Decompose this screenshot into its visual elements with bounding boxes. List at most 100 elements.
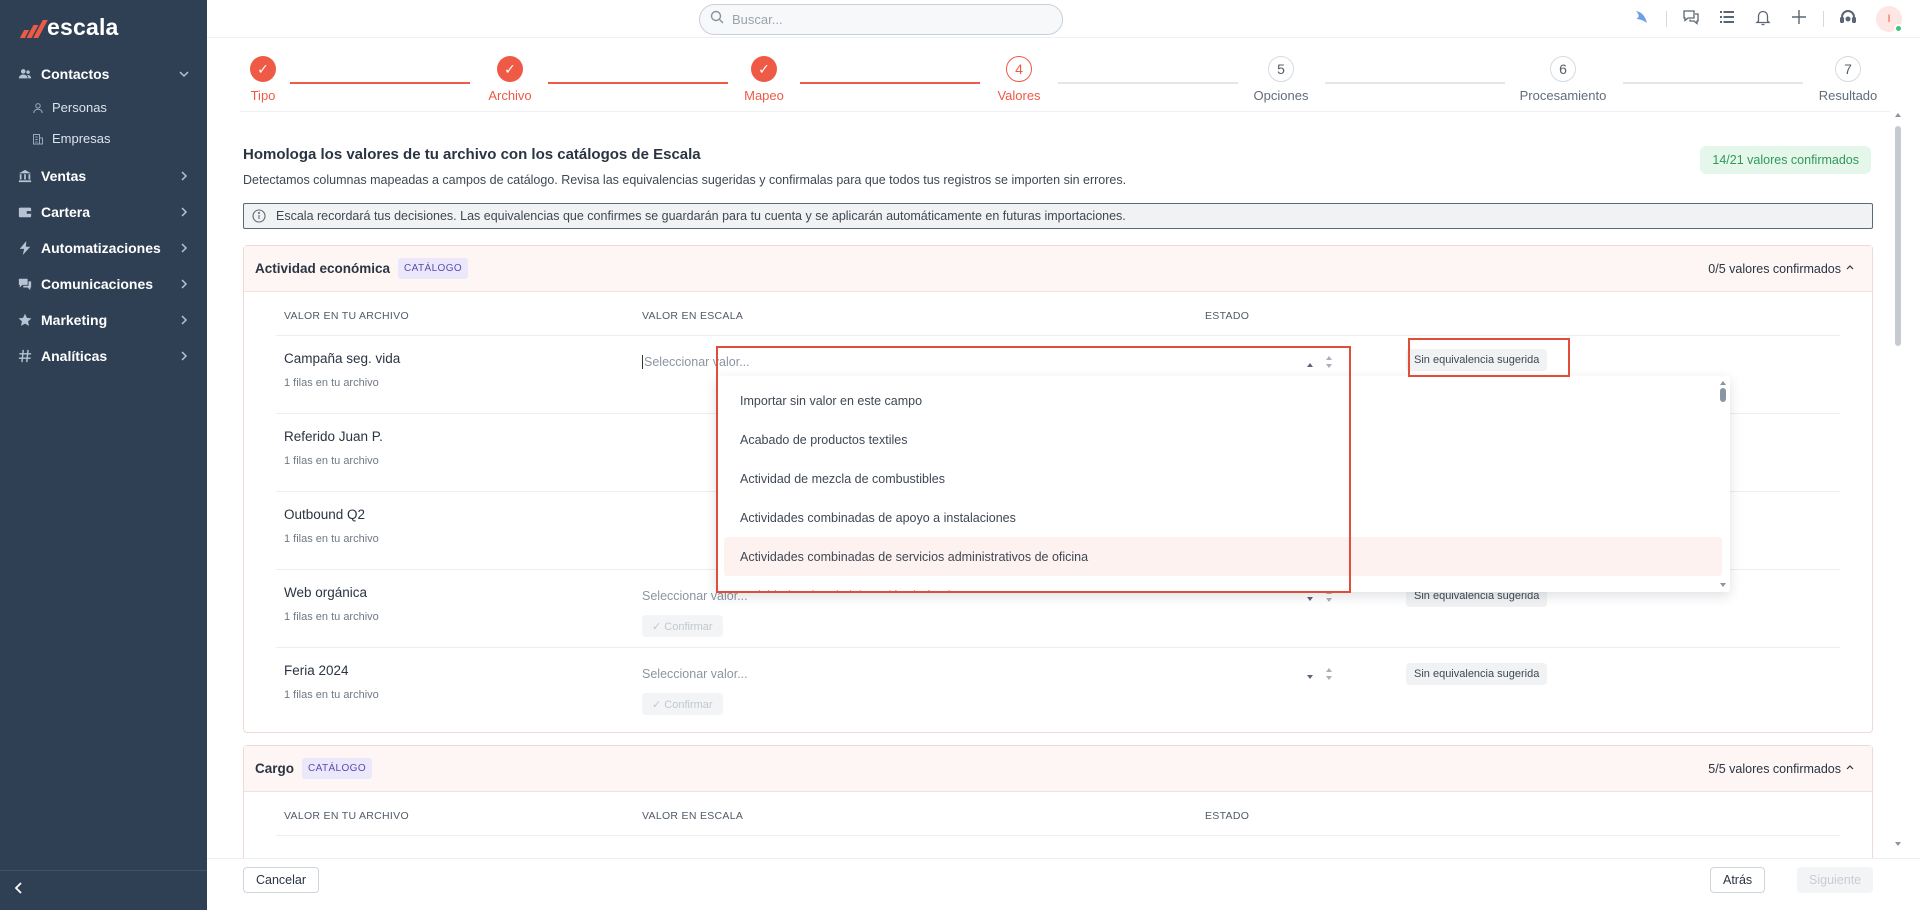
dropdown-option[interactable]: Acabado de productos textiles: [724, 420, 1722, 459]
step-mapeo[interactable]: ✓ Mapeo: [704, 56, 824, 103]
value-select[interactable]: Seleccionar valor...: [642, 660, 1332, 688]
dropdown-option[interactable]: Importar sin valor en este campo: [724, 381, 1722, 420]
sidebar-item-empresas[interactable]: Empresas: [0, 123, 207, 154]
sparkle-icon: [1633, 8, 1651, 31]
add-button[interactable]: [1781, 0, 1817, 38]
step-number: 7: [1835, 56, 1861, 82]
sidebar-collapse-button[interactable]: [0, 870, 207, 910]
step-connector: [548, 82, 728, 84]
caret-up-icon: [1306, 358, 1314, 367]
dropdown-option[interactable]: Actividad de mezcla de combustibles: [724, 459, 1722, 498]
catalog-tag: CATÁLOGO: [398, 258, 469, 279]
chat-bubbles-icon: [1682, 8, 1700, 31]
wallet-icon: [18, 205, 32, 219]
scroll-down-icon: [1895, 842, 1901, 846]
hash-icon: [18, 349, 32, 363]
section-count: 0/5 valores confirmados: [1708, 261, 1856, 276]
text-cursor: [642, 355, 643, 369]
info-icon: [252, 209, 266, 223]
page-scrollbar[interactable]: [1894, 112, 1902, 847]
assistant-button[interactable]: [1624, 0, 1660, 38]
catalog-tag: CATÁLOGO: [302, 758, 373, 779]
dropdown-option[interactable]: Actividades de administración de fondos: [724, 576, 1722, 593]
search-box[interactable]: [699, 4, 1063, 35]
bell-icon: [1754, 8, 1772, 31]
scroll-up-icon: [1720, 381, 1726, 385]
sidebar-item-ventas[interactable]: Ventas: [0, 158, 207, 194]
wizard-footer: Cancelar Atrás Siguiente: [207, 858, 1920, 910]
section-header[interactable]: Cargo CATÁLOGO 5/5 valores confirmados: [244, 746, 1872, 792]
import-stepper: ✓ Tipo ✓ Archivo ✓ Mapeo 4 Valores 5 Opc…: [240, 56, 1890, 112]
sidebar-item-automatizaciones[interactable]: Automatizaciones: [0, 230, 207, 266]
scrollbar-thumb[interactable]: [1895, 126, 1901, 346]
step-connector: [1325, 82, 1505, 84]
table-row: Feria 2024 1 filas en tu archivo Selecci…: [276, 648, 1840, 726]
step-number: 6: [1550, 56, 1576, 82]
tasks-button[interactable]: [1709, 0, 1745, 38]
search-icon: [710, 10, 724, 29]
caret-down-icon: [1306, 592, 1314, 601]
sidebar: escala Contactos Personas Empresas Venta…: [0, 0, 207, 910]
bolt-icon: [18, 241, 32, 255]
messages-button[interactable]: [1673, 0, 1709, 38]
value-select[interactable]: Seleccionar valor...: [642, 348, 1332, 376]
logo-mark-icon: [19, 18, 48, 38]
dropdown-scrollbar[interactable]: [1720, 380, 1726, 588]
chevron-left-icon: [12, 881, 26, 900]
topbar-actions: I: [1624, 0, 1920, 38]
avatar[interactable]: I: [1876, 6, 1903, 33]
list-icon: [1718, 8, 1736, 31]
step-number: 5: [1268, 56, 1294, 82]
step-tipo[interactable]: ✓ Tipo: [203, 56, 323, 103]
dropdown-option[interactable]: Actividades combinadas de servicios admi…: [724, 537, 1722, 576]
topbar-divider: [1823, 11, 1824, 27]
section-header[interactable]: Actividad económica CATÁLOGO 0/5 valores…: [244, 246, 1872, 292]
check-icon: ✓: [751, 56, 777, 82]
next-button[interactable]: Siguiente: [1797, 867, 1874, 893]
step-resultado[interactable]: 7 Resultado: [1788, 56, 1908, 103]
sidebar-item-personas[interactable]: Personas: [0, 92, 207, 123]
confirm-button[interactable]: ✓ Confirmar: [642, 693, 723, 715]
sidebar-nav: Contactos Personas Empresas Ventas Carte…: [0, 56, 207, 374]
notifications-button[interactable]: [1745, 0, 1781, 38]
sidebar-item-cartera[interactable]: Cartera: [0, 194, 207, 230]
dropdown-option[interactable]: Actividades combinadas de apoyo a instal…: [724, 498, 1722, 537]
section-count: 5/5 valores confirmados: [1708, 761, 1856, 776]
status-badge: Sin equivalencia sugerida: [1406, 349, 1548, 371]
scrollbar-thumb[interactable]: [1720, 388, 1726, 402]
step-archivo[interactable]: ✓ Archivo: [450, 56, 570, 103]
chat-icon: [18, 277, 32, 291]
sidebar-item-marketing[interactable]: Marketing: [0, 302, 207, 338]
step-procesamiento[interactable]: 6 Procesamiento: [1503, 56, 1623, 103]
sidebar-item-analiticas[interactable]: Analíticas: [0, 338, 207, 374]
chevron-right-icon: [177, 205, 191, 219]
info-banner: Escala recordará tus decisiones. Las equ…: [243, 203, 1873, 229]
caret-down-icon: [1306, 670, 1314, 679]
sidebar-item-comunicaciones[interactable]: Comunicaciones: [0, 266, 207, 302]
step-valores[interactable]: 4 Valores: [959, 56, 1079, 103]
confirmed-badge: 14/21 valores confirmados: [1700, 146, 1871, 174]
chevron-up-icon: [1844, 261, 1856, 276]
online-status-dot: [1894, 24, 1903, 33]
topbar: I: [207, 0, 1920, 38]
support-button[interactable]: [1830, 0, 1866, 38]
topbar-divider: [1666, 11, 1667, 27]
chevron-right-icon: [177, 241, 191, 255]
confirm-button[interactable]: ✓ Confirmar: [642, 615, 723, 637]
chevron-right-icon: [177, 169, 191, 183]
page-subtitle: Detectamos columnas mapeadas a campos de…: [243, 173, 1127, 187]
chevron-right-icon: [177, 277, 191, 291]
scroll-up-icon: [1895, 113, 1901, 117]
logo[interactable]: escala: [19, 14, 119, 41]
page-title: Homologa los valores de tu archivo con l…: [243, 146, 701, 163]
bank-icon: [18, 169, 32, 183]
catalog-section-cargo: Cargo CATÁLOGO 5/5 valores confirmados V…: [243, 745, 1873, 865]
back-button[interactable]: Atrás: [1710, 867, 1766, 893]
person-icon: [32, 102, 44, 114]
search-input[interactable]: [732, 12, 1032, 27]
logo-text: escala: [47, 14, 119, 40]
table-header: VALOR EN TU ARCHIVO VALOR EN ESCALA ESTA…: [276, 792, 1840, 836]
sidebar-item-contactos[interactable]: Contactos: [0, 56, 207, 92]
step-opciones[interactable]: 5 Opciones: [1221, 56, 1341, 103]
cancel-button[interactable]: Cancelar: [243, 867, 320, 893]
